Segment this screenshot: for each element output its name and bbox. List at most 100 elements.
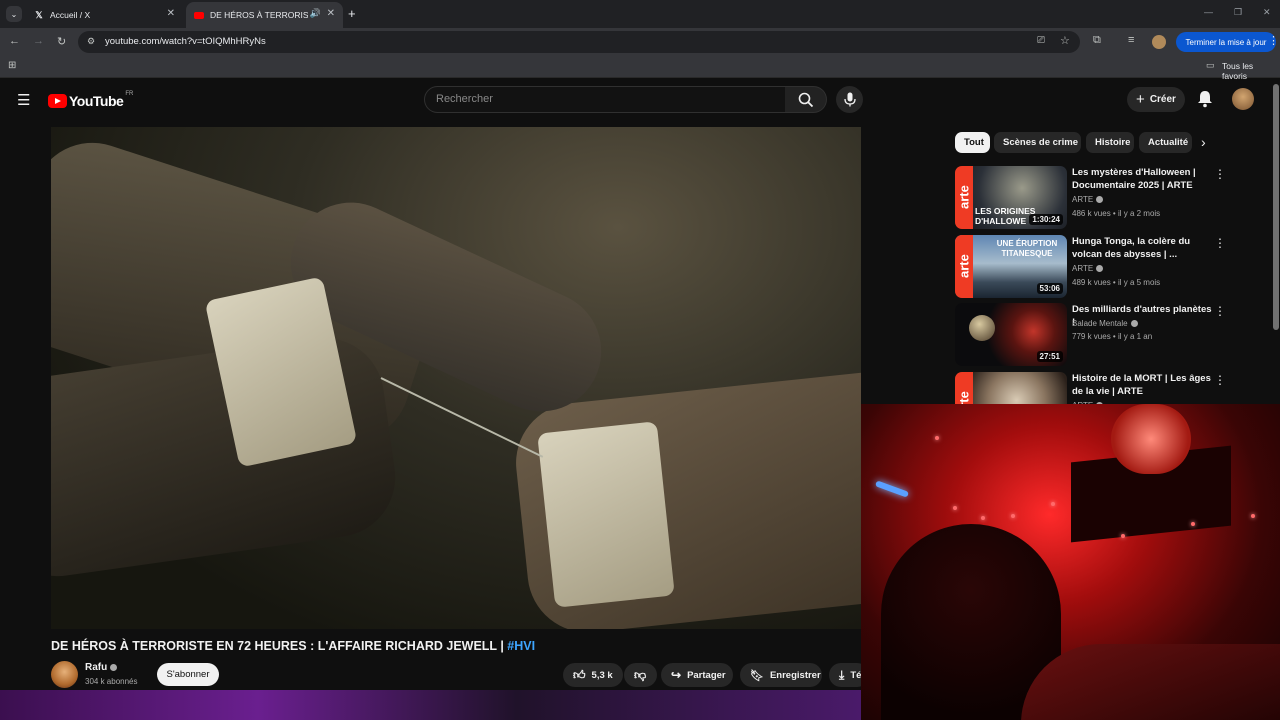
create-label: Créer: [1149, 94, 1176, 105]
channel-avatar[interactable]: [51, 661, 78, 688]
create-button[interactable]: + Créer: [1127, 87, 1185, 112]
chrome-menu-icon[interactable]: ⋮: [1268, 34, 1279, 47]
chip-history[interactable]: Histoire: [1086, 132, 1134, 153]
bookmarks-bar: ⊞ ▭ Tous les favoris: [0, 56, 1280, 81]
address-bar[interactable]: ⚙ youtube.com/watch?v=tOIQMhHRyNs ⎚ ☆: [78, 31, 1080, 53]
youtube-icon: [194, 10, 204, 20]
search-button[interactable]: [785, 86, 827, 113]
verified-badge-icon: [1096, 265, 1104, 273]
webcam-arm: [1021, 644, 1280, 720]
video-title: Hunga Tonga, la colère du volcan des aby…: [1072, 236, 1191, 260]
channel-name[interactable]: Rafu: [85, 662, 118, 673]
site-info-icon[interactable]: ⚙: [87, 36, 95, 47]
webcam-blue-light: [874, 480, 910, 498]
led-light: [1051, 502, 1055, 506]
youtube-play-icon: [48, 94, 67, 108]
arte-logo: arte: [955, 235, 973, 298]
search-icon: [798, 92, 813, 107]
reading-list-icon[interactable]: ≡: [1128, 34, 1134, 46]
video-meta: 779 k vues • il y a 1 an: [1072, 332, 1153, 341]
verified-badge-icon: [1130, 320, 1138, 328]
voice-search-button[interactable]: [836, 86, 863, 113]
hashtag-link[interactable]: #HVI: [507, 639, 535, 653]
led-light: [1191, 522, 1195, 526]
channel-name: Balade Mentale: [1072, 319, 1138, 328]
cast-icon[interactable]: ⎚: [1037, 35, 1045, 46]
youtube-logo[interactable]: YouTube FR: [48, 91, 134, 109]
close-tab-icon[interactable]: ✕: [167, 8, 175, 19]
close-tab-icon[interactable]: ✕: [327, 8, 335, 19]
subscriber-count: 304 k abonnés: [85, 677, 138, 686]
profile-avatar[interactable]: [1152, 35, 1166, 49]
recommendation-item[interactable]: arte LES ORIGINES D'HALLOWE 1:30:24 Les …: [955, 166, 1275, 230]
tab-youtube[interactable]: DE HÉROS À TERRORISTE E 🔊 ✕: [186, 2, 343, 28]
webcam-face: [1111, 404, 1191, 474]
save-button[interactable]: 🔖︎ Enregistrer: [740, 663, 822, 687]
video-title: DE HÉROS À TERRORISTE EN 72 HEURES : L'A…: [51, 639, 536, 653]
download-label: Té: [850, 669, 862, 681]
chip-all[interactable]: Tout: [955, 132, 990, 153]
channel-name: ARTE: [1072, 264, 1104, 273]
tab-x[interactable]: 𝕏 Accueil / X ✕: [26, 2, 183, 28]
download-icon: ⤓: [839, 667, 845, 682]
share-icon: ↪: [671, 668, 682, 682]
subscribe-button[interactable]: S'abonner: [157, 663, 219, 686]
chip-news[interactable]: Actualité: [1139, 132, 1192, 153]
comments-area-preview: [0, 690, 861, 720]
arte-logo: arte: [955, 166, 973, 229]
more-options-icon[interactable]: ⋮: [1214, 236, 1226, 250]
back-icon[interactable]: ←: [9, 35, 20, 47]
thumbs-up-icon: 👍︎: [573, 667, 586, 682]
tab-label: Accueil / X: [50, 10, 91, 20]
video-player[interactable]: [51, 127, 861, 629]
reload-icon[interactable]: ↻: [57, 35, 66, 48]
x-logo-icon: 𝕏: [35, 9, 43, 20]
dislike-button[interactable]: 👎︎: [624, 663, 657, 687]
duration-badge: 1:30:24: [1029, 214, 1063, 225]
tab-strip: ⌄ 𝕏 Accueil / X ✕ DE HÉROS À TERRORISTE …: [0, 0, 1280, 28]
youtube-wordmark: YouTube: [69, 93, 124, 109]
verified-badge-icon: [110, 663, 118, 671]
tab-search-dropdown[interactable]: ⌄: [6, 6, 22, 22]
video-frame-tape: [537, 421, 675, 608]
account-avatar[interactable]: [1232, 88, 1254, 110]
hamburger-menu-icon[interactable]: ☰: [17, 91, 30, 109]
restore-icon[interactable]: ❐: [1234, 7, 1242, 18]
forward-icon[interactable]: →: [33, 35, 44, 47]
led-light: [1121, 534, 1125, 538]
video-title: Les mystères d'Halloween | Documentaire …: [1072, 167, 1196, 191]
close-window-icon[interactable]: ✕: [1263, 7, 1271, 18]
led-light: [953, 506, 957, 510]
video-meta: 489 k vues • il y a 5 mois: [1072, 278, 1161, 287]
folder-icon: ▭: [1206, 60, 1215, 70]
chevron-right-icon[interactable]: ›: [1201, 134, 1206, 150]
microphone-icon: [843, 92, 856, 107]
speaker-icon[interactable]: 🔊: [310, 8, 321, 19]
bookmark-star-icon[interactable]: ☆: [1060, 34, 1070, 47]
new-tab-icon[interactable]: +: [348, 6, 356, 21]
more-options-icon[interactable]: ⋮: [1214, 373, 1226, 387]
verified-badge-icon: [1096, 196, 1104, 204]
more-options-icon[interactable]: ⋮: [1214, 304, 1226, 318]
chip-crime-scenes[interactable]: Scènes de crime: [994, 132, 1081, 153]
thumbnail: arte LES ORIGINES D'HALLOWE 1:30:24: [955, 166, 1067, 229]
recommendation-item[interactable]: arte UNE ÉRUPTION TITANESQUE 53:06 Hunga…: [955, 235, 1275, 299]
recommendation-item[interactable]: 27:51 Des milliards d'autres planètes ! …: [955, 303, 1275, 367]
notifications-bell-icon[interactable]: [1197, 90, 1213, 113]
apps-icon[interactable]: ⊞: [8, 60, 16, 71]
video-title: Histoire de la MORT | Les âges de la vie…: [1072, 373, 1211, 397]
minimize-icon[interactable]: —: [1204, 7, 1213, 17]
update-button[interactable]: Terminer la mise à jour: [1176, 32, 1276, 52]
save-label: Enregistrer: [769, 669, 821, 681]
video-meta: 486 k vues • il y a 2 mois: [1072, 209, 1161, 218]
led-light: [935, 436, 939, 440]
more-options-icon[interactable]: ⋮: [1214, 167, 1226, 181]
thumbnail: 27:51: [955, 303, 1067, 366]
country-code: FR: [125, 91, 134, 97]
all-bookmarks-label[interactable]: Tous les favoris: [1222, 61, 1280, 81]
share-button[interactable]: ↪ Partager: [661, 663, 733, 687]
search-input[interactable]: Rechercher: [424, 86, 786, 113]
like-button[interactable]: 👍︎ 5,3 k: [563, 663, 623, 687]
share-label: Partager: [687, 669, 726, 681]
extensions-icon[interactable]: ⧉: [1093, 34, 1101, 47]
